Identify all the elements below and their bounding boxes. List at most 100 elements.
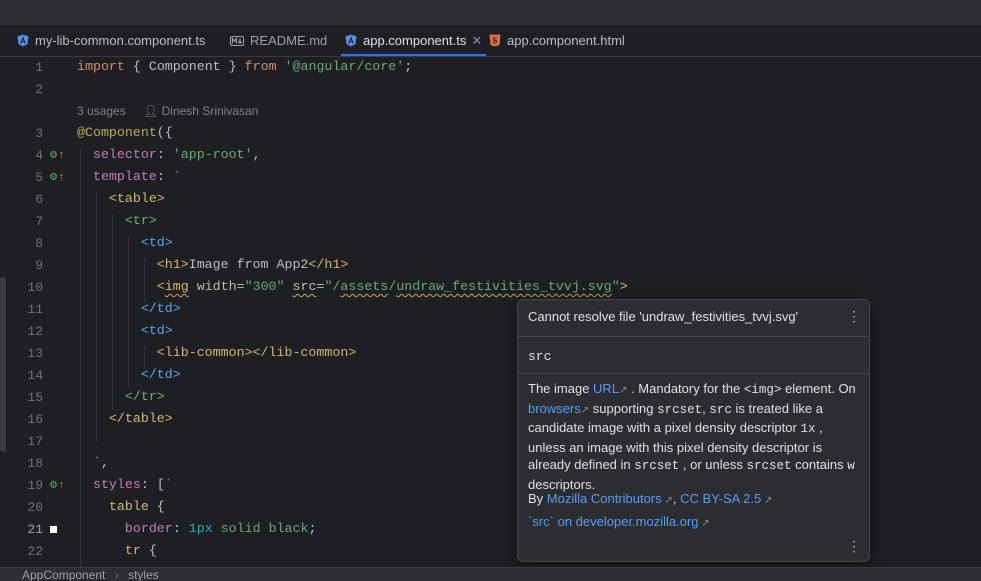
code-line: <tr> — [124, 213, 157, 228]
indent-guide — [96, 192, 97, 442]
implements-gutter-icon[interactable]: ⚙↑ — [49, 172, 65, 184]
line-number: 14 — [27, 368, 43, 383]
divider — [518, 336, 869, 337]
code-line: <table> — [108, 191, 165, 206]
mdn-link[interactable]: `src` on developer.mozilla.org — [528, 514, 699, 529]
code-line: border: 1px solid black; — [124, 521, 317, 536]
license-line: By Mozilla Contributors ↗, CC BY-SA 2.5 … — [528, 491, 773, 506]
browsers-link[interactable]: browsers — [528, 401, 581, 416]
svg-text:5: 5 — [493, 37, 498, 46]
author-hint[interactable]: Dinesh Srinivasan — [162, 104, 259, 118]
external-link-icon: ↗ — [580, 404, 590, 416]
line-number: 6 — [35, 192, 43, 207]
line-number: 18 — [27, 456, 43, 471]
line-number: 13 — [27, 346, 43, 361]
code-vision-hint[interactable]: 3 usages 👤︎ Dinesh Srinivasan — [77, 104, 258, 118]
url-link[interactable]: URL — [593, 381, 619, 396]
code-line: <td> — [140, 323, 173, 338]
tab-label: app.component.html — [507, 33, 625, 48]
implements-gutter-icon[interactable]: ⚙↑ — [49, 150, 65, 162]
desc-text: contains — [795, 457, 844, 473]
desc-text: The image — [528, 381, 590, 396]
code-line: <h1>Image from App2</h1> — [156, 257, 349, 272]
desc-text: supporting — [592, 400, 654, 416]
usages-hint[interactable]: 3 usages — [77, 104, 126, 118]
code-line: selector: 'app-root', — [92, 147, 261, 162]
documentation-popup[interactable]: Cannot resolve file 'undraw_festivities_… — [517, 299, 870, 562]
code-line: template: ` — [92, 169, 181, 184]
external-link-icon: ↗ — [619, 385, 628, 396]
line-number: 15 — [27, 390, 43, 405]
line-number: 8 — [35, 236, 43, 251]
line-number: 20 — [27, 500, 43, 515]
line-number: 3 — [35, 126, 43, 141]
license-link[interactable]: CC BY-SA 2.5 — [680, 491, 761, 506]
line-number: 19 — [27, 478, 43, 493]
markdown-icon — [230, 34, 244, 47]
close-icon[interactable]: ✕ — [471, 33, 482, 49]
contributors-link[interactable]: Mozilla Contributors — [547, 491, 662, 506]
mdn-line: `src` on developer.mozilla.org ↗ — [528, 514, 710, 529]
line-number: 5 — [35, 170, 43, 185]
divider — [518, 373, 869, 374]
tab-app-component-ts[interactable]: app.component.ts ✕ — [340, 25, 487, 56]
line-number: 17 — [27, 434, 43, 449]
implements-gutter-icon[interactable]: ⚙↑ — [49, 480, 65, 492]
vertical-scrollbar[interactable] — [0, 277, 6, 452]
code-line: import { Component } from '@angular/core… — [77, 59, 413, 74]
line-number: 21 — [27, 522, 43, 537]
user-icon: 👤︎ — [143, 104, 159, 118]
code-line: </tr> — [124, 389, 165, 404]
desc-code: <img> — [743, 383, 782, 397]
tab-label: app.component.ts — [363, 33, 467, 48]
desc-text: descriptors. — [528, 476, 596, 492]
desc-text: . Mandatory for the — [631, 381, 741, 396]
desc-text: element. On — [784, 381, 856, 396]
line-number: 2 — [35, 82, 43, 97]
code-line: styles: [` — [92, 477, 173, 492]
popup-error-title: Cannot resolve file 'undraw_festivities_… — [528, 309, 799, 324]
code-line: </td> — [140, 301, 181, 316]
tab-label: README.md — [250, 33, 328, 48]
desc-code: srcset — [657, 402, 703, 417]
desc-code: src — [709, 402, 732, 417]
angular-icon — [17, 34, 29, 47]
title-bar — [0, 0, 981, 26]
code-line: `, — [92, 455, 109, 470]
breadcrumb-member[interactable]: styles — [128, 568, 159, 581]
desc-text: , or unless — [682, 457, 743, 473]
tab-app-component-html[interactable]: 5 app.component.html — [489, 25, 625, 56]
line-number: 22 — [27, 544, 43, 559]
code-line: @Component({ — [77, 125, 173, 140]
code-line: </td> — [140, 367, 181, 382]
line-number: 4 — [35, 148, 43, 163]
desc-text: , — [702, 400, 706, 416]
more-options-icon[interactable]: ⋮ — [847, 308, 861, 325]
code-line: <img width="300" src="/assets/undraw_fes… — [156, 279, 628, 294]
by-label: By — [528, 491, 544, 506]
line-number: 16 — [27, 412, 43, 427]
angular-icon — [345, 34, 357, 47]
code-line: tr { — [124, 543, 157, 558]
desc-code: srcset — [746, 459, 792, 474]
attribute-name: src — [528, 349, 552, 364]
bookmark-icon[interactable] — [50, 526, 57, 533]
breadcrumb: AppComponent › styles — [0, 567, 981, 581]
tab-readme[interactable]: README.md — [230, 25, 327, 56]
line-number: 10 — [27, 280, 43, 295]
attribute-description: The image URL↗ . Mandatory for the <img>… — [528, 380, 858, 494]
code-line: <td> — [140, 235, 173, 250]
desc-code: 1x — [800, 422, 816, 437]
html5-icon: 5 — [489, 34, 501, 47]
line-number: 7 — [35, 214, 43, 229]
line-number: 9 — [35, 258, 43, 273]
desc-code: srcset — [634, 459, 680, 474]
chevron-right-icon: › — [114, 568, 119, 581]
code-line: table { — [108, 499, 165, 514]
external-link-icon: ↗ — [698, 518, 710, 529]
external-link-icon: ↗ — [761, 495, 773, 506]
tab-my-lib-common-component[interactable]: my-lib-common.component.ts — [17, 25, 206, 56]
more-options-icon[interactable]: ⋮ — [847, 538, 861, 555]
editor-tabs: my-lib-common.component.ts README.md app… — [0, 25, 981, 57]
breadcrumb-class[interactable]: AppComponent — [22, 568, 105, 581]
